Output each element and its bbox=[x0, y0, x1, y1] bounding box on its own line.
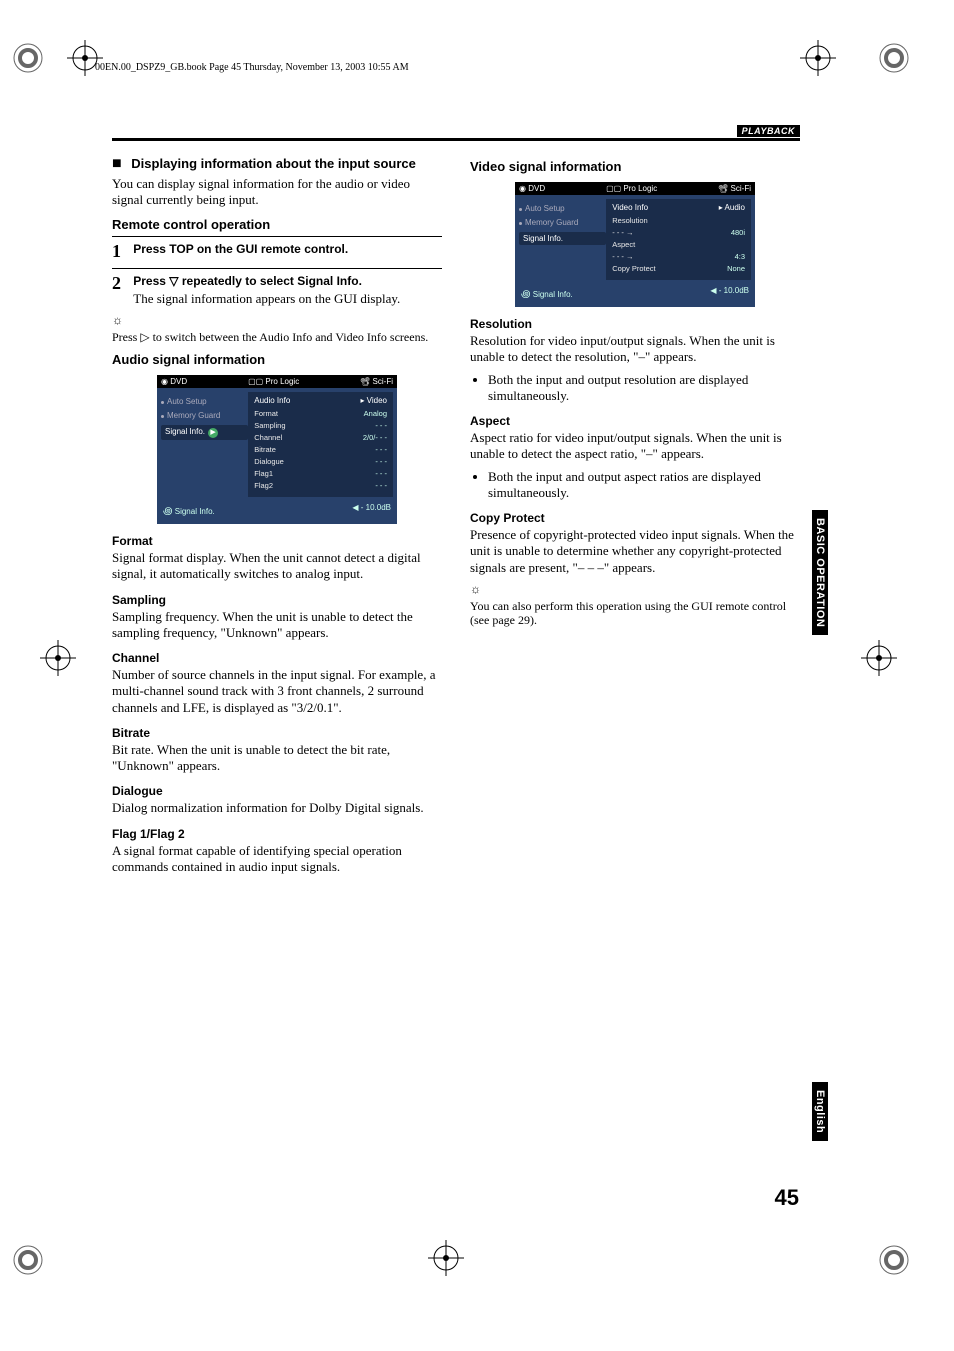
def-body-copyprotect: Presence of copyright-protected video in… bbox=[470, 527, 800, 576]
gui-surround-mode: ▢▢ Pro Logic bbox=[606, 184, 657, 193]
page-content: PLAYBACK ■ Displaying information about … bbox=[112, 125, 800, 881]
step-1: 1 Press TOP on the GUI remote control. bbox=[112, 241, 442, 262]
gui-panel-title: Video Info bbox=[612, 203, 648, 212]
right-arrow-icon: ▷ bbox=[140, 330, 149, 344]
def-title-aspect: Aspect bbox=[470, 414, 800, 428]
gui-panel-title: Audio Info bbox=[254, 396, 290, 405]
gui-dsp-program: 📽 Sci-Fi bbox=[718, 184, 751, 193]
def-title-resolution: Resolution bbox=[470, 317, 800, 331]
gui-input-source: ◉ DVD bbox=[519, 184, 545, 193]
tip-text: Press ▷ to switch between the Audio Info… bbox=[112, 330, 442, 344]
gui-surround-mode: ▢▢ Pro Logic bbox=[248, 377, 299, 386]
def-title-flag: Flag 1/Flag 2 bbox=[112, 827, 442, 841]
def-body-resolution: Resolution for video input/output signal… bbox=[470, 333, 800, 366]
resolution-bullet: Both the input and output resolution are… bbox=[488, 372, 800, 405]
section-label: PLAYBACK bbox=[737, 125, 800, 137]
play-arrow-icon: ▶ bbox=[208, 428, 218, 438]
page-number: 45 bbox=[775, 1185, 799, 1211]
registration-mark-icon bbox=[874, 1240, 914, 1280]
def-body-bitrate: Bit rate. When the unit is unable to det… bbox=[112, 742, 442, 775]
gui-panel-link: ▸ Audio bbox=[719, 203, 745, 212]
side-tab-operation: BASIC OPERATION bbox=[812, 510, 828, 635]
def-title-bitrate: Bitrate bbox=[112, 726, 442, 740]
def-title-format: Format bbox=[112, 534, 442, 548]
gui-menu-item-selected: Signal Info. bbox=[519, 232, 606, 245]
def-title-channel: Channel bbox=[112, 651, 442, 665]
gui-menu-item: Auto Setup bbox=[161, 397, 248, 406]
swirl-icon: ꩜ bbox=[521, 289, 531, 300]
tip-icon: ☼ bbox=[470, 582, 800, 597]
gui-menu-item: Auto Setup bbox=[519, 204, 606, 213]
gui-audio-screenshot: ◉ DVD ▢▢ Pro Logic 📽 Sci-Fi Auto Setup M… bbox=[157, 375, 397, 524]
side-tab-english: English bbox=[812, 1082, 828, 1141]
gui-dsp-program: 📽 Sci-Fi bbox=[360, 377, 393, 386]
def-body-aspect: Aspect ratio for video input/output sign… bbox=[470, 430, 800, 463]
gui-menu-item: Memory Guard bbox=[519, 218, 606, 227]
step-1-text: Press TOP on the GUI remote control. bbox=[133, 242, 348, 256]
title-text: Displaying information about the input s… bbox=[131, 156, 416, 171]
aspect-bullet: Both the input and output aspect ratios … bbox=[488, 469, 800, 502]
def-body-format: Signal format display. When the unit can… bbox=[112, 550, 442, 583]
intro-paragraph: You can display signal information for t… bbox=[112, 176, 442, 209]
section-title: ■ Displaying information about the input… bbox=[112, 155, 442, 173]
remote-operation-heading: Remote control operation bbox=[112, 217, 442, 232]
gui-video-screenshot: ◉ DVD ▢▢ Pro Logic 📽 Sci-Fi Auto Setup M… bbox=[515, 182, 755, 307]
registration-mark-icon bbox=[8, 1240, 48, 1280]
def-body-dialogue: Dialog normalization information for Dol… bbox=[112, 800, 442, 816]
def-body-flag: A signal format capable of identifying s… bbox=[112, 843, 442, 876]
gui-menu-item-selected: Signal Info.▶ bbox=[161, 425, 248, 440]
crosshair-icon bbox=[428, 1240, 464, 1276]
rule bbox=[112, 268, 442, 269]
square-bullet-icon: ■ bbox=[112, 155, 122, 172]
def-body-sampling: Sampling frequency. When the unit is una… bbox=[112, 609, 442, 642]
registration-mark-icon bbox=[8, 38, 48, 78]
step-number: 2 bbox=[112, 273, 130, 294]
step-2-description: The signal information appears on the GU… bbox=[133, 291, 433, 307]
left-column: ■ Displaying information about the input… bbox=[112, 151, 442, 881]
swirl-icon: ꩜ bbox=[163, 506, 173, 517]
step-2-text-b: repeatedly to select Signal Info. bbox=[179, 274, 362, 288]
step-2: 2 Press ▽ repeatedly to select Signal In… bbox=[112, 273, 442, 307]
def-body-channel: Number of source channels in the input s… bbox=[112, 667, 442, 716]
gui-menu-item: Memory Guard bbox=[161, 411, 248, 420]
rule bbox=[112, 236, 442, 237]
step-number: 1 bbox=[112, 241, 130, 262]
top-rule bbox=[112, 138, 800, 141]
gui-volume-level: ◀ - 10.0dB bbox=[352, 503, 391, 518]
crosshair-icon bbox=[800, 40, 836, 76]
gui-input-source: ◉ DVD bbox=[161, 377, 187, 386]
gui-volume-level: ◀ - 10.0dB bbox=[710, 286, 749, 301]
crosshair-icon bbox=[861, 640, 897, 676]
down-arrow-icon: ▽ bbox=[169, 274, 178, 288]
tip-text: You can also perform this operation usin… bbox=[470, 599, 800, 628]
registration-mark-icon bbox=[874, 38, 914, 78]
def-title-sampling: Sampling bbox=[112, 593, 442, 607]
tip-icon: ☼ bbox=[112, 313, 442, 328]
book-header-line: 00EN.00_DSPZ9_GB.book Page 45 Thursday, … bbox=[95, 62, 409, 73]
crosshair-icon bbox=[40, 640, 76, 676]
step-2-text-a: Press bbox=[133, 274, 169, 288]
video-info-heading: Video signal information bbox=[470, 159, 800, 174]
audio-info-heading: Audio signal information bbox=[112, 352, 442, 367]
right-column: Video signal information ◉ DVD ▢▢ Pro Lo… bbox=[470, 151, 800, 881]
def-title-dialogue: Dialogue bbox=[112, 784, 442, 798]
def-title-copyprotect: Copy Protect bbox=[470, 511, 800, 525]
gui-panel-link: ▸ Video bbox=[360, 396, 387, 405]
